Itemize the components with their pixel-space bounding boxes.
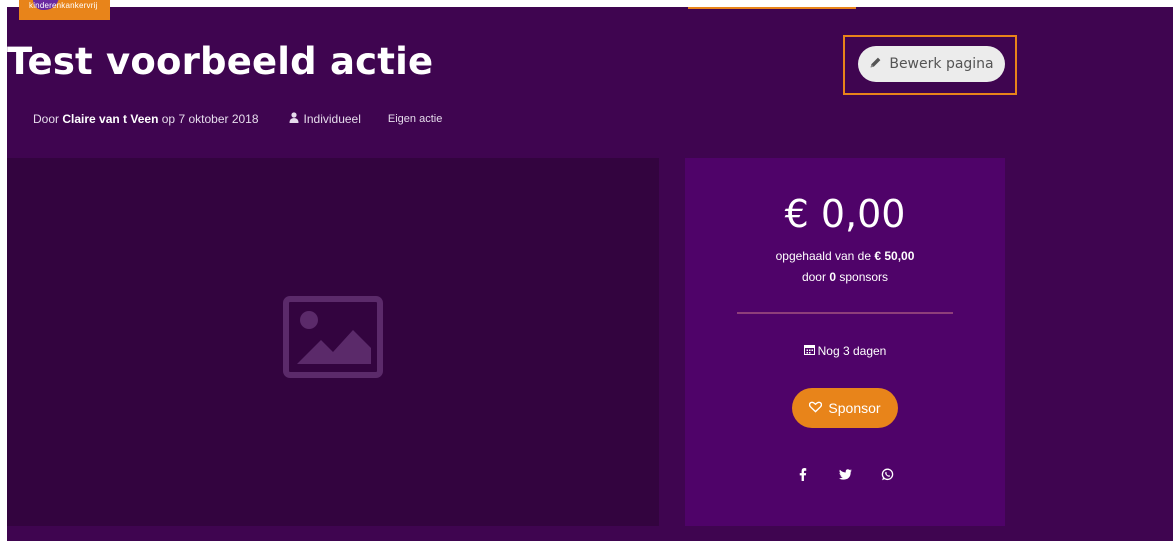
twitter-icon[interactable] (835, 464, 855, 484)
pencil-icon (869, 56, 882, 73)
sponsor-button-label: Sponsor (828, 400, 881, 416)
meta-category-label: Individueel (303, 112, 361, 126)
goal-amount: € 50,00 (874, 249, 915, 263)
meta-by-label: Door (33, 112, 60, 126)
menu-accent-bar (688, 7, 856, 9)
facebook-icon[interactable] (793, 464, 813, 484)
calendar-icon (803, 344, 815, 358)
logo-text: kinderenkankervrij (29, 1, 98, 10)
divider (737, 312, 953, 314)
share-links (685, 464, 1005, 484)
meta-tag[interactable]: Eigen actie (388, 113, 442, 125)
meta-author[interactable]: Claire van t Veen (62, 112, 158, 126)
raised-amount: € 0,00 (784, 192, 906, 236)
edit-page-label: Bewerk pagina (889, 56, 994, 72)
site-logo[interactable]: kinderenkankervrij (19, 0, 110, 20)
sponsor-count-line: door 0 sponsors (685, 270, 1005, 284)
sponsor-button[interactable]: Sponsor (792, 388, 898, 428)
sponsors-prefix: door (801, 270, 826, 284)
donation-panel: € 0,00 opgehaald van de € 50,00 door 0 s… (685, 158, 1005, 526)
meta-category[interactable]: Individueel (289, 112, 361, 126)
edit-page-button[interactable]: Bewerk pagina (858, 46, 1005, 82)
whatsapp-icon[interactable] (877, 464, 897, 484)
campaign-meta: Door Claire van t Veen op 7 oktober 2018… (33, 112, 442, 126)
meta-date-prefix: op (161, 112, 176, 126)
days-remaining-label: Nog 3 dagen (817, 344, 887, 358)
image-placeholder-icon (283, 296, 383, 383)
heart-icon (809, 400, 823, 416)
days-remaining: Nog 3 dagen (685, 344, 1005, 358)
meta-date: 7 oktober 2018 (178, 112, 259, 126)
user-icon (289, 112, 299, 126)
sponsor-count: 0 (829, 270, 836, 284)
raised-prefix: opgehaald van de (775, 249, 872, 263)
page-title: Test voorbeeld actie (7, 40, 434, 83)
campaign-image-placeholder (7, 158, 659, 526)
sponsors-suffix: sponsors (839, 270, 889, 284)
raised-of-goal: opgehaald van de € 50,00 (685, 249, 1005, 263)
